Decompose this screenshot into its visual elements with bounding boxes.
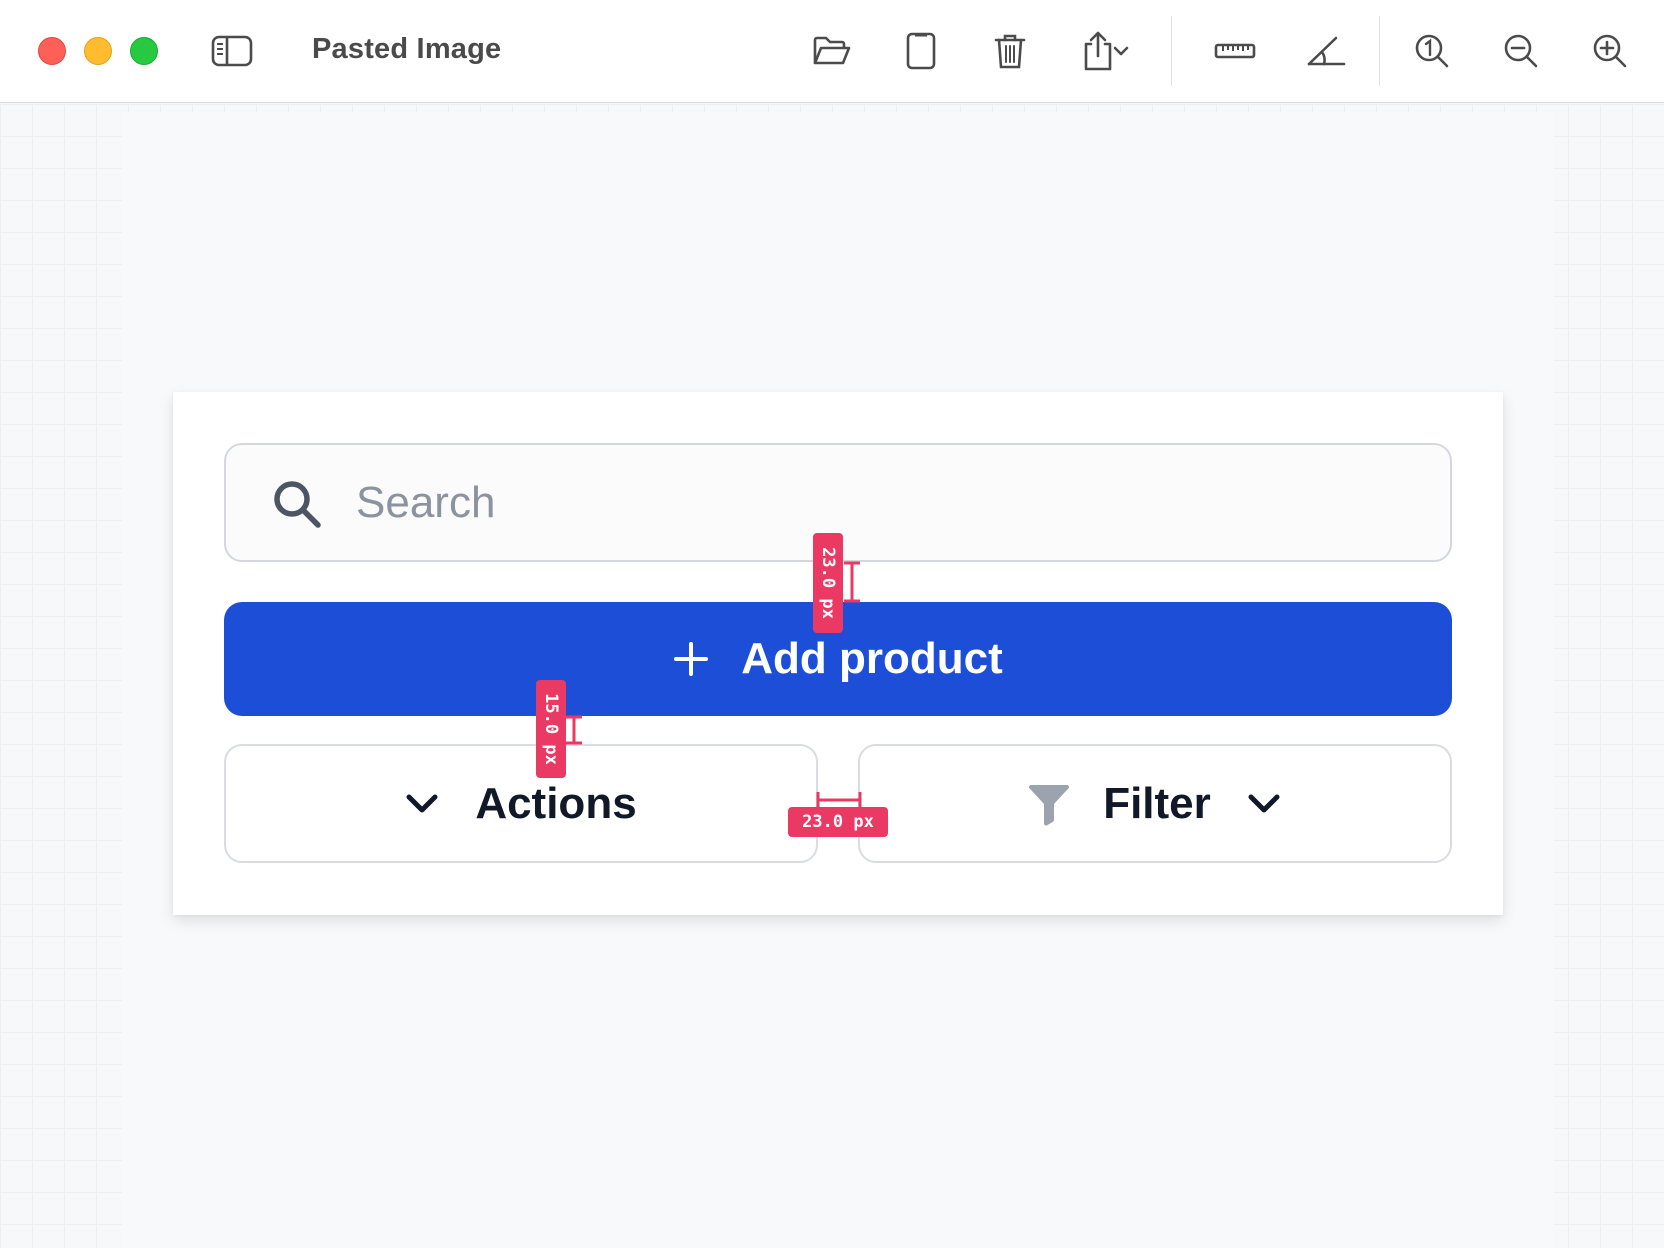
chevron-down-icon[interactable] (1106, 27, 1136, 75)
search-icon (270, 477, 324, 536)
chevron-down-icon (406, 794, 438, 812)
zoom-window-button[interactable] (130, 37, 158, 65)
chevron-down-icon (1248, 794, 1280, 812)
trash-icon[interactable] (986, 27, 1034, 75)
actions-button[interactable]: Actions (224, 744, 818, 863)
filter-label: Filter (1103, 778, 1211, 828)
actions-label: Actions (475, 778, 637, 828)
ruler-icon[interactable] (1205, 27, 1265, 75)
zoom-out-icon[interactable] (1497, 27, 1545, 75)
close-window-button[interactable] (38, 37, 66, 65)
zoom-in-icon[interactable] (1586, 27, 1634, 75)
plus-icon (674, 642, 709, 676)
actual-size-icon[interactable] (1408, 27, 1456, 75)
spacing-measure-label: 23.0 px (788, 807, 888, 837)
search-input[interactable] (356, 467, 1416, 539)
minimize-window-button[interactable] (84, 37, 112, 65)
spacing-measure-label: 15.0 px (536, 680, 566, 778)
window-toolbar: Pasted Image (0, 0, 1664, 103)
toolbar-divider (1379, 16, 1380, 86)
angle-icon[interactable] (1302, 27, 1350, 75)
toolbar-divider (1171, 16, 1172, 86)
sidebar-toggle-icon[interactable] (208, 27, 256, 75)
add-product-label: Add product (741, 634, 1003, 683)
spacing-bracket (844, 561, 860, 603)
filter-button[interactable]: Filter (858, 744, 1452, 863)
open-folder-icon[interactable] (808, 27, 856, 75)
spacing-measure-label: 23.0 px (813, 533, 843, 633)
document-icon[interactable] (897, 27, 945, 75)
funnel-icon (1029, 784, 1070, 826)
window-title: Pasted Image (312, 33, 502, 65)
